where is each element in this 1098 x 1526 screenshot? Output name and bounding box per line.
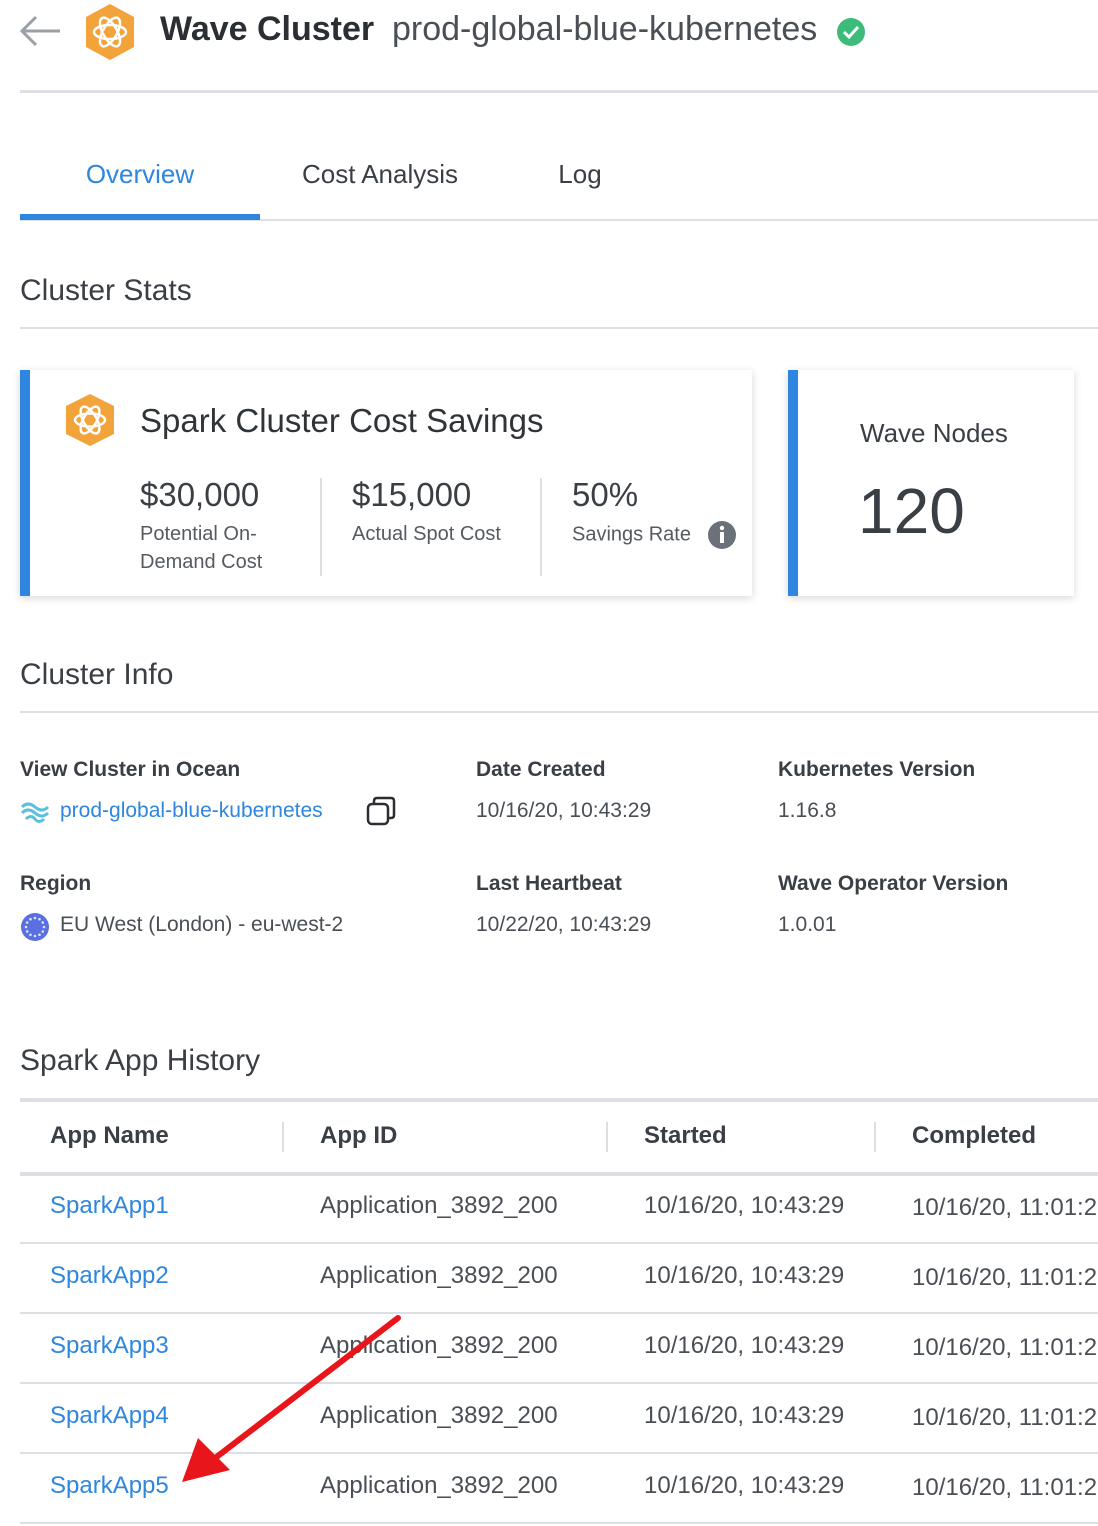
table-row[interactable]: SparkApp4 Application_3892_200 10/16/20,… [20,1384,1098,1454]
page-title: Wave Cluster [160,10,375,48]
metric-divider [540,478,542,576]
table-row[interactable]: SparkApp5 Application_3892_200 10/16/20,… [20,1454,1098,1524]
app-id-cell: Application_3892_200 [320,1472,558,1499]
column-header-app-name[interactable]: App Name [50,1122,169,1150]
k8s-version-value: 1.16.8 [778,799,837,822]
app-name-link[interactable]: SparkApp1 [50,1192,169,1220]
app-name-link[interactable]: SparkApp4 [50,1402,169,1430]
copy-icon[interactable] [366,796,396,826]
atom-hexagon-icon [86,4,134,60]
app-name-link[interactable]: SparkApp5 [50,1472,169,1500]
column-header-completed[interactable]: Completed [912,1122,1036,1150]
date-created-value: 10/16/20, 10:43:29 [476,799,652,822]
ocean-waves-icon [20,802,50,823]
wave-nodes-title: Wave Nodes [860,418,1008,448]
row-divider [20,1522,1098,1524]
metric-label: Potential On-Demand Cost [140,523,263,573]
cluster-info-heading: Cluster Info [20,658,174,691]
card-accent-bar [788,370,798,596]
column-separator [606,1122,608,1152]
table-row[interactable]: SparkApp1 Application_3892_200 10/16/20,… [20,1174,1098,1244]
completed-cell: 10/16/20, 11:01:29 [912,1404,1098,1431]
column-header-started[interactable]: Started [644,1122,727,1150]
header-divider [20,90,1098,93]
table-row[interactable]: SparkApp2 Application_3892_200 10/16/20,… [20,1244,1098,1314]
cluster-stats-divider [20,327,1098,329]
metric-potential-cost: $30,000 Potential On-Demand Cost [140,476,310,576]
tab-cost-analysis[interactable]: Cost Analysis [280,130,480,218]
tab-log[interactable]: Log [530,130,630,218]
operator-version-label: Wave Operator Version [778,872,1009,895]
metric-value: $15,000 [352,476,472,513]
info-icon[interactable] [707,520,737,550]
region-label: Region [20,872,92,895]
eu-flag-icon [21,913,49,941]
tab-overview[interactable]: Overview [20,130,260,218]
metric-label: Savings Rate [572,523,691,546]
table-row[interactable]: SparkApp3 Application_3892_200 10/16/20,… [20,1314,1098,1384]
completed-cell: 10/16/20, 11:01:29 [912,1334,1098,1361]
completed-cell: 10/16/20, 11:01:29 [912,1264,1098,1291]
started-cell: 10/16/20, 10:43:29 [644,1472,845,1499]
k8s-version-label: Kubernetes Version [778,758,976,781]
table-viewport: App Name App ID Started Completed SparkA… [20,1098,1098,1526]
atom-hexagon-icon [66,394,114,446]
savings-card-title: Spark Cluster Cost Savings [140,402,544,439]
last-heartbeat-value: 10/22/20, 10:43:29 [476,913,652,936]
completed-cell: 10/16/20, 11:01:29 [912,1194,1098,1221]
cluster-info-divider [20,711,1098,713]
operator-version-value: 1.0.01 [778,913,837,936]
page-header: Wave Cluster prod-global-blue-kubernetes [0,0,1098,93]
started-cell: 10/16/20, 10:43:29 [644,1332,845,1359]
metric-label-row: Savings Rate [572,520,772,550]
cluster-name: prod-global-blue-kubernetes [392,10,818,48]
wave-cluster-page: Wave Cluster prod-global-blue-kubernetes… [0,0,1098,1526]
card-accent-bar [20,370,30,596]
metric-value: 50% [572,476,639,513]
table-top-rule [20,1098,1098,1102]
app-id-cell: Application_3892_200 [320,1332,558,1359]
last-heartbeat-label: Last Heartbeat [476,872,622,895]
app-name-link[interactable]: SparkApp3 [50,1332,169,1360]
cluster-stats-heading: Cluster Stats [20,274,192,307]
completed-cell: 10/16/20, 11:01:29 [912,1474,1098,1501]
metric-savings-rate: 50% Savings Rate [572,476,772,550]
wave-nodes-card: Wave Nodes 120 [788,370,1074,596]
metric-actual-cost: $15,000 Actual Spot Cost [352,476,552,548]
column-header-app-id[interactable]: App ID [320,1122,397,1150]
view-in-ocean-link[interactable]: prod-global-blue-kubernetes [60,799,323,823]
cost-savings-card: Spark Cluster Cost Savings $30,000 Poten… [20,370,752,596]
check-circle-icon [837,18,865,46]
view-in-ocean-label: View Cluster in Ocean [20,758,241,781]
wave-nodes-count: 120 [858,475,965,547]
active-tab-indicator [20,214,260,220]
date-created-label: Date Created [476,758,606,781]
tab-bar: Overview Cost Analysis Log [20,130,1098,222]
app-id-cell: Application_3892_200 [320,1402,558,1429]
column-separator [282,1122,284,1152]
app-history-heading: Spark App History [20,1044,261,1077]
arrow-left-icon[interactable] [18,14,62,48]
column-separator [874,1122,876,1152]
app-id-cell: Application_3892_200 [320,1262,558,1289]
app-name-link[interactable]: SparkApp2 [50,1262,169,1290]
metric-value: $30,000 [140,476,260,513]
app-id-cell: Application_3892_200 [320,1192,558,1219]
metric-label: Actual Spot Cost [352,523,501,545]
started-cell: 10/16/20, 10:43:29 [644,1262,845,1289]
metric-divider [320,478,322,576]
started-cell: 10/16/20, 10:43:29 [644,1402,845,1429]
started-cell: 10/16/20, 10:43:29 [644,1192,845,1219]
region-value: EU West (London) - eu-west-2 [60,913,344,936]
